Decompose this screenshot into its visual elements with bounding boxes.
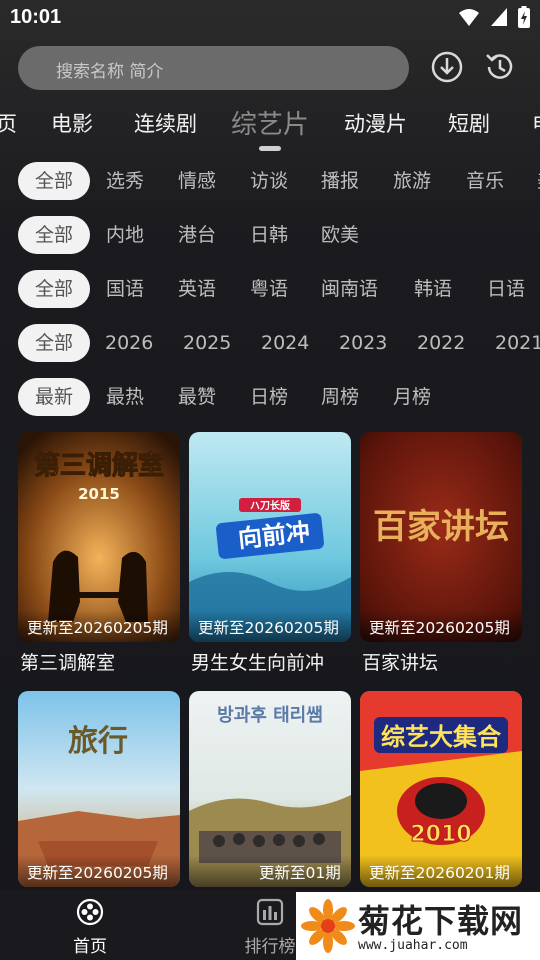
- gamepad-icon: [76, 898, 104, 926]
- tab-partial[interactable]: 电: [532, 108, 540, 138]
- filter-chip[interactable]: 周榜: [321, 378, 359, 416]
- battery-icon: [518, 6, 530, 28]
- filter-row-language: 全部 国语 英语 粤语 闽南语 韩语 日语: [0, 270, 540, 310]
- watermark-title: 菊花下载网: [358, 902, 524, 940]
- filter-chip[interactable]: 音乐: [466, 162, 504, 200]
- filter-chip[interactable]: 韩语: [414, 270, 452, 308]
- filter-chip[interactable]: 月榜: [393, 378, 431, 416]
- filter-chip[interactable]: 国语: [106, 270, 144, 308]
- update-badge: 更新至20260205期: [18, 610, 180, 642]
- filter-chip[interactable]: 2026: [105, 324, 153, 362]
- update-text: 更新至20260205期: [369, 619, 510, 637]
- card-title: 百家讲坛: [362, 652, 439, 674]
- filter-chip[interactable]: 日韩: [250, 216, 288, 254]
- filter-chip[interactable]: 情感: [178, 162, 216, 200]
- update-text: 更新至20260205期: [198, 619, 339, 637]
- filter-row-sort: 最新 最热 最赞 日榜 周榜 月榜: [0, 378, 540, 418]
- filter-chip[interactable]: 全部: [18, 216, 90, 254]
- filter-chip[interactable]: 全部: [18, 324, 90, 362]
- history-icon[interactable]: [483, 50, 517, 84]
- poster-image: 방과후 태리쌤 更新至01期: [189, 691, 351, 887]
- status-icons: [458, 6, 530, 28]
- filter-chip[interactable]: 内地: [106, 216, 144, 254]
- status-time: 10:01: [10, 6, 62, 28]
- filter-chip[interactable]: 港台: [178, 216, 216, 254]
- tab-home-partial[interactable]: 页: [0, 108, 17, 138]
- search-input[interactable]: 搜索名称 简介: [18, 46, 409, 90]
- chart-icon: [256, 898, 284, 926]
- poster-image: 第三调解室 2015 更新至20260205期: [18, 432, 180, 642]
- update-badge: 更新至20260205期: [18, 855, 180, 887]
- poster-image: 百家讲坛 更新至20260205期: [360, 432, 522, 642]
- signal-icon: [491, 8, 507, 26]
- filter-chip[interactable]: 2021: [495, 324, 540, 362]
- poster-sub-text: 2010: [410, 822, 471, 847]
- nav-item-home[interactable]: 首页: [45, 898, 135, 957]
- filter-chip[interactable]: 日语: [487, 270, 525, 308]
- update-text: 更新至20260201期: [369, 864, 510, 882]
- wifi-icon: [459, 9, 479, 26]
- filter-chip[interactable]: 全部: [18, 162, 90, 200]
- poster-image: 综艺大集合 2010 更新至20260201期: [360, 691, 522, 887]
- poster-title-text: 방과후 태리쌤: [217, 705, 323, 726]
- filter-chip[interactable]: 最赞: [178, 378, 216, 416]
- filter-chip[interactable]: 2025: [183, 324, 231, 362]
- update-badge: 更新至20260205期: [360, 610, 522, 642]
- tab-short-drama[interactable]: 短剧: [448, 108, 490, 138]
- watermark-url: www.juahar.com: [358, 938, 468, 953]
- filter-chip[interactable]: 2023: [339, 324, 387, 362]
- filter-row-type: 全部 选秀 情感 访谈 播报 旅游 音乐 美: [0, 162, 540, 202]
- poster-image: 旅行 更新至20260205期: [18, 691, 180, 887]
- poster-title-text: 第三调解室: [34, 450, 164, 481]
- active-tab-indicator: [259, 146, 281, 151]
- search-placeholder: 搜索名称 简介: [56, 62, 164, 82]
- poster-title-text: 百家讲坛: [373, 507, 509, 547]
- filter-chip[interactable]: 最新: [18, 378, 90, 416]
- search-row: 搜索名称 简介: [18, 46, 522, 92]
- filter-chip[interactable]: 日榜: [250, 378, 288, 416]
- flower-icon: [301, 899, 355, 953]
- filter-row-year: 全部 2026 2025 2024 2023 2022 2021: [0, 324, 540, 364]
- update-text: 更新至20260205期: [27, 864, 168, 882]
- filter-row-region: 全部 内地 港台 日韩 欧美: [0, 216, 540, 256]
- watermark-logo: 菊花下载网 www.juahar.com: [296, 892, 540, 960]
- tab-series[interactable]: 连续剧: [134, 108, 197, 138]
- tab-anime[interactable]: 动漫片: [344, 108, 407, 138]
- category-tabs: 页 电影 连续剧 综艺片 动漫片 短剧 电: [0, 100, 540, 146]
- poster-image: ハ刀长版 向前冲 更新至20260205期: [189, 432, 351, 642]
- card-title: 第三调解室: [20, 652, 116, 674]
- update-text: 更新至20260205期: [27, 619, 168, 637]
- filter-chip[interactable]: 粤语: [250, 270, 288, 308]
- update-text: 更新至01期: [259, 864, 341, 882]
- filter-chip[interactable]: 选秀: [106, 162, 144, 200]
- filter-chip[interactable]: 播报: [321, 162, 359, 200]
- filter-chip[interactable]: 全部: [18, 270, 90, 308]
- status-bar: 10:01: [0, 0, 540, 36]
- filter-chip[interactable]: 最热: [106, 378, 144, 416]
- filter-chip[interactable]: 欧美: [321, 216, 359, 254]
- filter-chip[interactable]: 旅游: [393, 162, 431, 200]
- poster-title-text: 综艺大集合: [381, 723, 502, 751]
- download-icon[interactable]: [430, 50, 464, 84]
- filter-chip[interactable]: 2024: [261, 324, 309, 362]
- tab-movies[interactable]: 电影: [51, 108, 93, 138]
- poster-sub-text: ハ刀长版: [250, 499, 290, 512]
- update-badge: 更新至01期: [189, 855, 351, 887]
- filter-chip[interactable]: 访谈: [250, 162, 288, 200]
- update-badge: 更新至20260205期: [189, 610, 351, 642]
- poster-title-text: 旅行: [68, 724, 128, 759]
- filter-chip[interactable]: 2022: [417, 324, 465, 362]
- poster-sub-text: 2015: [78, 485, 120, 503]
- filter-chip[interactable]: 闽南语: [321, 270, 378, 308]
- update-badge: 更新至20260201期: [360, 855, 522, 887]
- nav-label: 首页: [73, 937, 107, 957]
- card-title: 男生女生向前冲: [191, 652, 325, 674]
- filter-chip[interactable]: 英语: [178, 270, 216, 308]
- tab-variety[interactable]: 综艺片: [231, 104, 309, 141]
